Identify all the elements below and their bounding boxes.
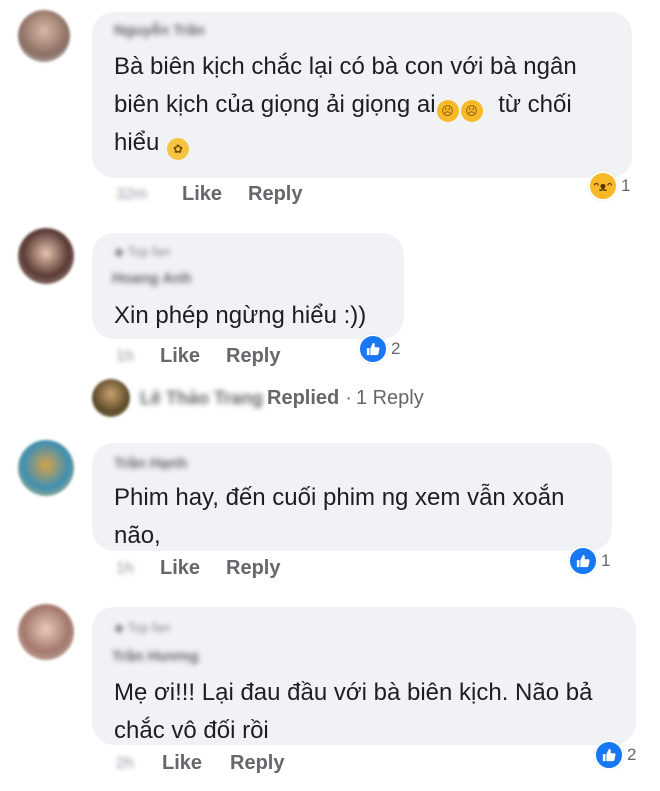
diamond-icon: ◆ xyxy=(114,244,128,259)
reply-count: 1 Reply xyxy=(355,386,424,409)
reaction-summary[interactable]: ᵔᴥᵔ 1 xyxy=(588,171,630,201)
comment-author[interactable]: Trần Hạnh xyxy=(114,455,187,472)
comment-time[interactable]: 2h xyxy=(116,755,134,773)
like-reaction-icon xyxy=(594,740,624,770)
reply-button[interactable]: Reply xyxy=(226,557,280,580)
comment-text-line: chắc vô đối rồi xyxy=(114,717,269,744)
comment-text-line: Bà biên kịch chắc lại có bà con với bà n… xyxy=(114,53,577,80)
avatar[interactable] xyxy=(18,10,70,62)
like-button[interactable]: Like xyxy=(160,557,200,580)
badge-label: Top fan xyxy=(127,244,171,259)
avatar xyxy=(92,379,130,417)
like-reaction-icon xyxy=(358,334,388,364)
weary-face-emoji: ☹ xyxy=(460,100,483,122)
thumbs-up-icon xyxy=(576,554,590,568)
reaction-count: 2 xyxy=(391,339,401,358)
thumbs-up-icon xyxy=(366,342,380,356)
comment-text-line: não, xyxy=(114,522,161,549)
comment-text-line: biên kịch của giọng ải giọng ai ☹ ☹ từ chố… xyxy=(114,86,624,124)
top-fan-badge: ◆ Top fan xyxy=(114,244,170,260)
comment-text-fragment: từ chối xyxy=(498,91,572,118)
avatar[interactable] xyxy=(18,228,74,284)
comment-text: Phim hay, đến cuối phim ng xem vẫn xoắn … xyxy=(114,479,604,555)
comment-author[interactable]: Hoang Anh xyxy=(112,270,191,287)
like-reaction-icon xyxy=(568,546,598,576)
like-button[interactable]: Like xyxy=(182,183,222,206)
comment-text: Bà biên kịch chắc lại có bà con với bà n… xyxy=(114,48,624,162)
thumbs-up-icon xyxy=(602,748,616,762)
comment-time[interactable]: 1h xyxy=(116,348,134,366)
comment-author[interactable]: Nguyễn Trần xyxy=(114,22,205,39)
top-fan-badge: ◆ Top fan xyxy=(114,620,170,636)
sneezing-face-emoji: ✿ xyxy=(167,138,190,160)
reaction-summary[interactable]: 2 xyxy=(594,740,636,770)
like-button[interactable]: Like xyxy=(160,345,200,368)
comment-text-line: Mẹ ơi!!! Lại đau đầu với bà biên kịch. N… xyxy=(114,679,593,706)
reaction-summary[interactable]: 1 xyxy=(568,546,610,576)
comment-text-line: hiểu ✿ xyxy=(114,124,624,162)
comment-text-line: Phim hay, đến cuối phim ng xem vẫn xoắn xyxy=(114,484,565,511)
separator: · xyxy=(345,386,352,409)
comment-text: Mẹ ơi!!! Lại đau đầu với bà biên kịch. N… xyxy=(114,674,628,750)
like-button[interactable]: Like xyxy=(162,752,202,775)
reaction-count: 2 xyxy=(627,745,637,764)
reply-button[interactable]: Reply xyxy=(226,345,280,368)
reaction-count: 1 xyxy=(621,176,631,195)
comment-time[interactable]: 1h xyxy=(116,560,134,578)
comment-author[interactable]: Trần Hương xyxy=(112,648,199,665)
replies-link[interactable]: Lê Thảo Trang Replied · 1 Reply xyxy=(92,379,424,417)
comment-text-fragment: biên kịch của giọng ải giọng ai xyxy=(114,91,436,118)
reply-author: Lê Thảo Trang xyxy=(140,387,264,408)
avatar[interactable] xyxy=(18,604,74,660)
replied-label: Replied xyxy=(267,386,340,409)
comment-text-fragment: hiểu xyxy=(114,129,160,156)
comment-time[interactable]: 32m xyxy=(116,186,147,204)
diamond-icon: ◆ xyxy=(114,620,128,635)
badge-label: Top fan xyxy=(127,620,171,635)
reaction-count: 1 xyxy=(601,551,611,570)
reaction-summary[interactable]: 2 xyxy=(358,334,400,364)
reply-button[interactable]: Reply xyxy=(248,183,302,206)
reply-button[interactable]: Reply xyxy=(230,752,284,775)
avatar[interactable] xyxy=(18,440,74,496)
weary-face-emoji: ☹ xyxy=(436,100,459,122)
haha-reaction-icon: ᵔᴥᵔ xyxy=(588,171,618,201)
comment-text: Xin phép ngừng hiểu :)) xyxy=(114,302,367,329)
